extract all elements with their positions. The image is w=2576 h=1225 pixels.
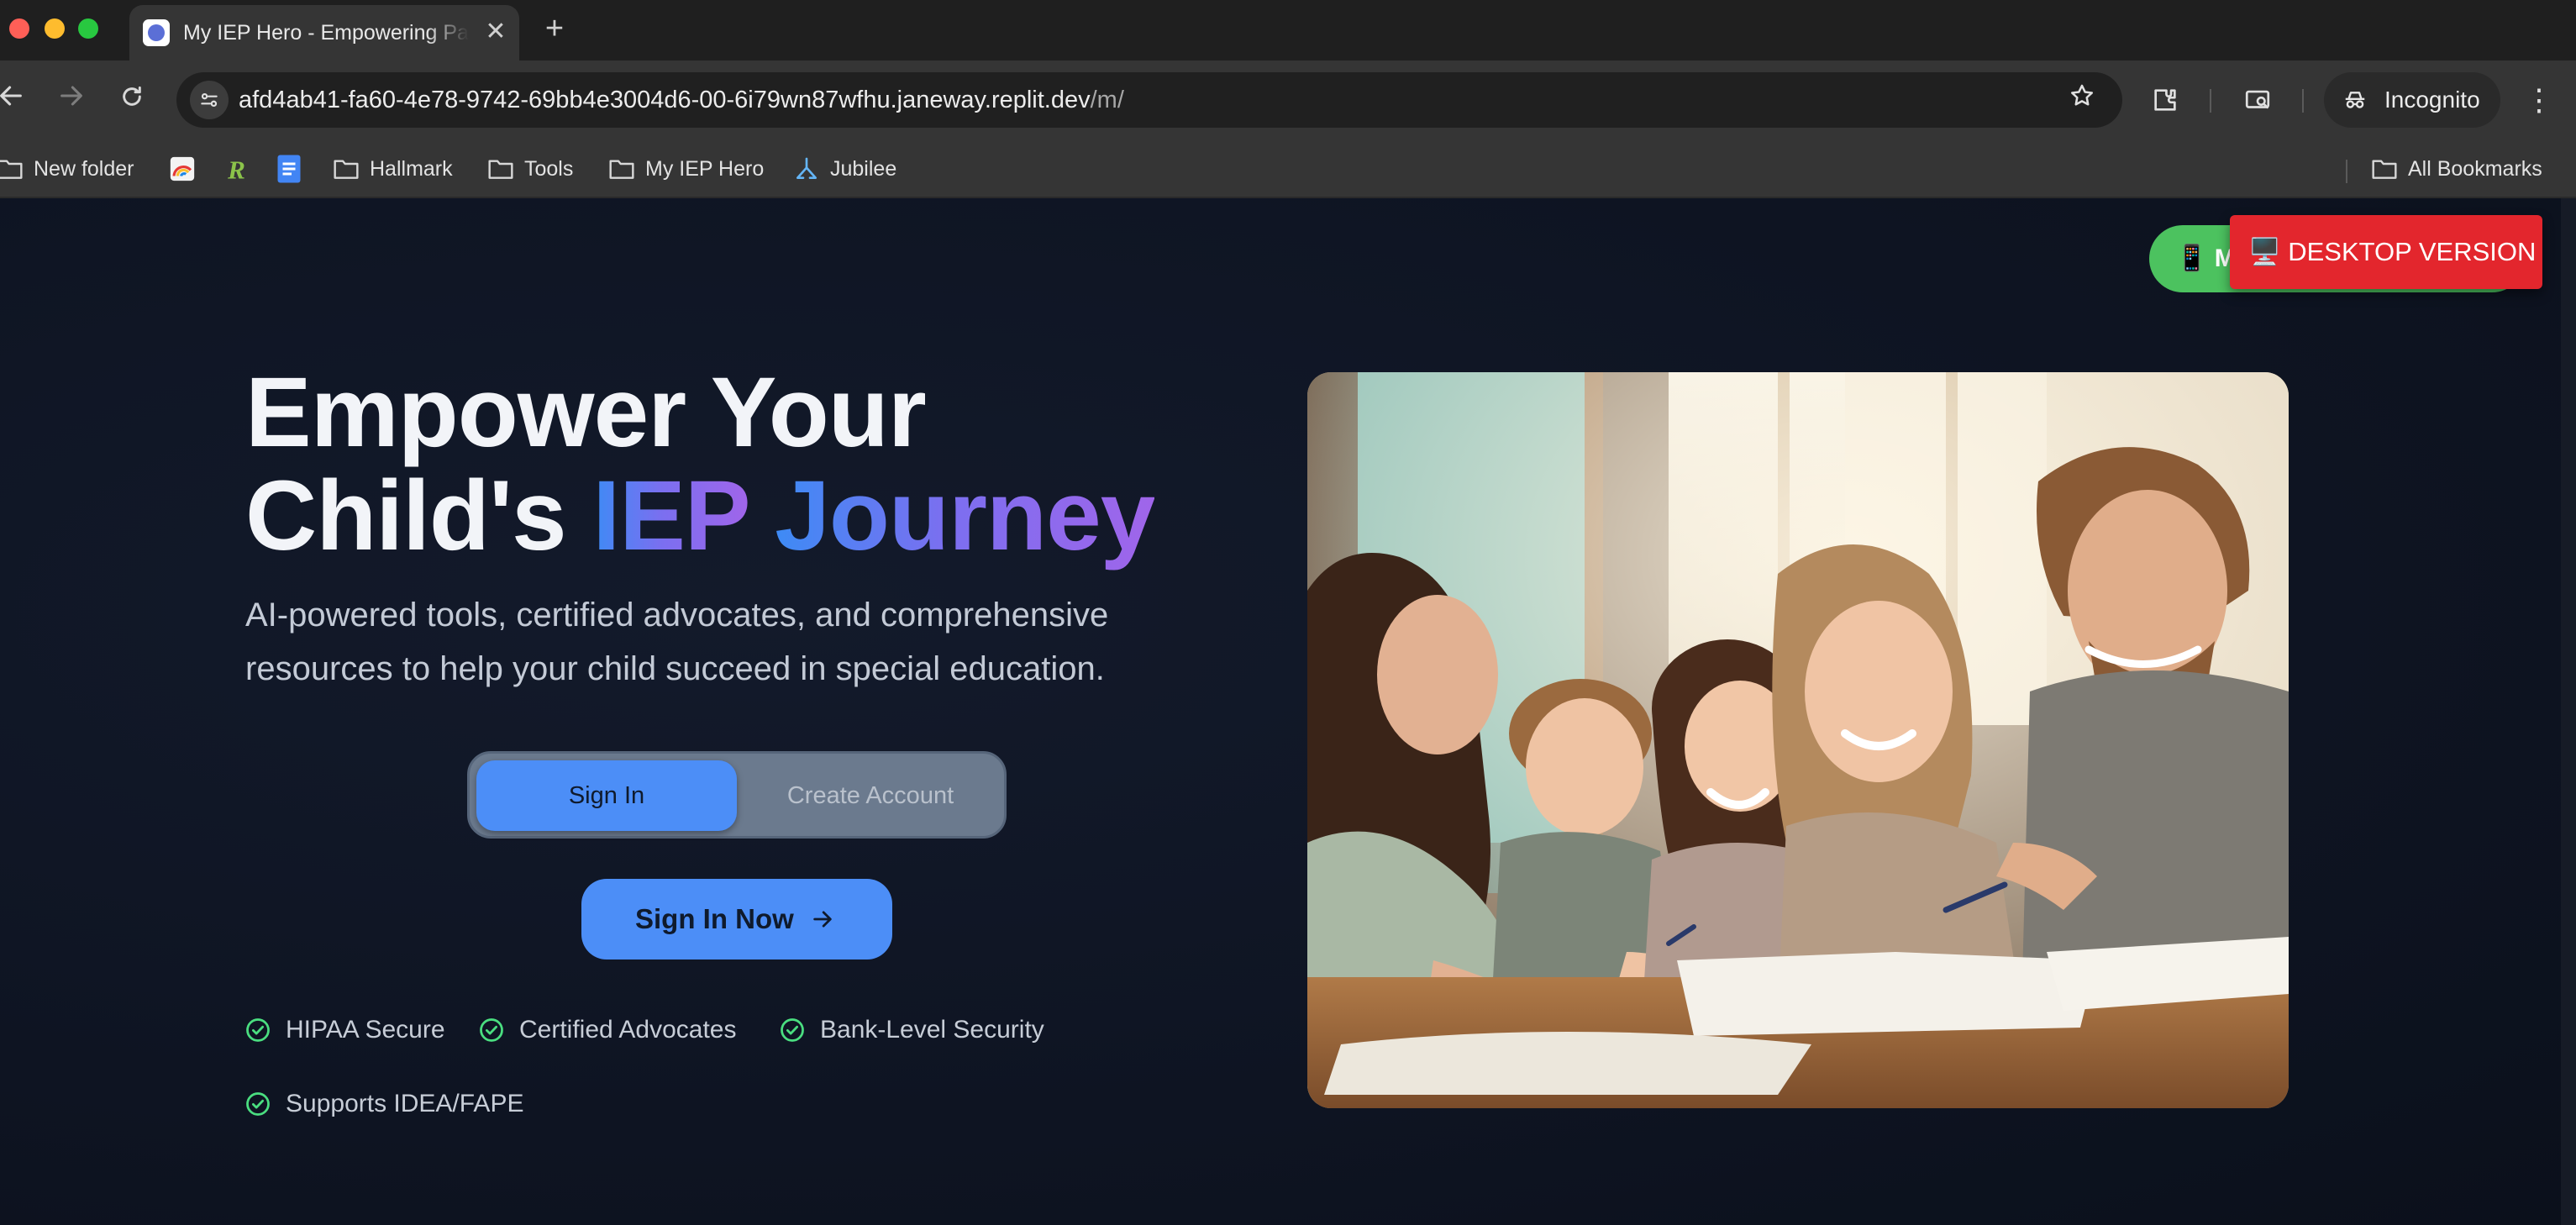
desktop-version-label: 🖥️ DESKTOP VERSION — [2248, 237, 2537, 266]
forward-icon[interactable] — [52, 81, 91, 119]
feature-item: Certified Advocates — [479, 1013, 736, 1047]
feature-label: HIPAA Secure — [286, 1016, 445, 1044]
url-path: /m/ — [1090, 87, 1124, 113]
menu-icon[interactable]: ⋮ — [2524, 81, 2554, 119]
new-tab-button[interactable]: + — [536, 10, 573, 47]
hero-title-line1: Empower Your — [245, 357, 927, 468]
bookmark-label: My IEP Hero — [645, 156, 765, 181]
check-circle-icon — [781, 1018, 804, 1042]
arrow-right-icon — [810, 907, 835, 932]
incognito-label: Incognito — [2384, 87, 2480, 113]
feature-label: Supports IDEA/FAPE — [286, 1090, 524, 1117]
tab-create-account[interactable]: Create Account — [740, 760, 1001, 831]
bookmark-r-logo[interactable]: R — [223, 150, 249, 187]
check-circle-icon — [246, 1092, 270, 1116]
folder-icon — [334, 160, 359, 179]
site-info-icon[interactable] — [190, 81, 229, 119]
bookmark-new-folder[interactable]: New folder — [0, 150, 134, 187]
feature-label: Certified Advocates — [519, 1016, 737, 1044]
bookmark-my-iep-hero[interactable]: My IEP Hero — [608, 150, 764, 187]
back-icon[interactable] — [0, 81, 30, 119]
feature-item: HIPAA Secure — [245, 1013, 445, 1047]
feature-item: Supports IDEA/FAPE — [245, 1087, 523, 1121]
tab-close-icon[interactable]: ✕ — [481, 17, 511, 47]
window-close-button[interactable] — [9, 18, 29, 39]
bookmark-label: Jubilee — [830, 156, 897, 181]
folder-icon — [0, 160, 23, 179]
hero-title: Empower Your Child's IEP Journey — [245, 361, 1254, 568]
browser-tab-active[interactable]: My IEP Hero - Empowering Parents ✕ — [129, 5, 519, 60]
bookmark-label: New folder — [34, 156, 134, 181]
folder-icon — [2372, 160, 2397, 179]
hero-title-line2-prefix: Child's — [245, 460, 593, 571]
bookmark-docs[interactable] — [276, 150, 302, 187]
family-illustration — [1307, 372, 2289, 1108]
r-logo-icon: R — [227, 155, 245, 183]
tab-sign-in[interactable]: Sign In — [476, 760, 737, 831]
incognito-icon — [2341, 86, 2369, 114]
auth-mode-switch: Sign In Create Account — [467, 751, 1007, 839]
bookmarks-divider — [2346, 160, 2347, 183]
folder-icon — [488, 160, 513, 179]
sign-in-now-button[interactable]: Sign In Now — [581, 879, 892, 959]
sign-in-now-label: Sign In Now — [635, 903, 794, 934]
tab-title: My IEP Hero - Empowering Parents — [183, 21, 469, 45]
bookmarks-bar: New folder R Hallmark Tools My IEP Hero … — [0, 139, 2576, 198]
browser-tab-bar: My IEP Hero - Empowering Parents ✕ + — [0, 0, 2576, 60]
window-minimize-button[interactable] — [45, 18, 65, 39]
cast-icon[interactable] — [2238, 81, 2277, 119]
check-circle-icon — [246, 1018, 270, 1042]
page-scrollbar[interactable] — [2561, 198, 2576, 1225]
feature-item: Bank-Level Security — [780, 1013, 1044, 1047]
reload-icon[interactable] — [113, 81, 151, 119]
app-logo-icon — [143, 19, 170, 46]
folder-icon — [609, 160, 634, 179]
check-circle-icon — [480, 1018, 503, 1042]
window-zoom-button[interactable] — [78, 18, 98, 39]
toolbar-divider — [2210, 89, 2211, 113]
all-bookmarks-button[interactable]: All Bookmarks — [2371, 150, 2542, 187]
hero-family-photo — [1307, 372, 2289, 1108]
hero-title-highlight-iep: IEP — [592, 460, 749, 571]
bookmark-hallmark[interactable]: Hallmark — [333, 150, 453, 187]
hero-title-highlight-journey: Journey — [775, 460, 1155, 571]
bookmark-tools[interactable]: Tools — [487, 150, 573, 187]
rainbow-bookmark-icon — [170, 156, 195, 181]
jubilee-icon — [796, 157, 817, 180]
browser-toolbar: afd4ab41-fa60-4e78-9742-69bb4e3004d6-00-… — [0, 60, 2576, 139]
bookmark-rainbow[interactable] — [168, 150, 197, 187]
address-bar[interactable]: afd4ab41-fa60-4e78-9742-69bb4e3004d6-00-… — [176, 72, 2122, 128]
extensions-icon[interactable] — [2146, 81, 2184, 119]
hero-subtitle: AI-powered tools, certified advocates, a… — [245, 597, 1109, 687]
incognito-profile-button[interactable]: Incognito — [2324, 72, 2500, 128]
toolbar-divider — [2302, 89, 2304, 113]
star-icon[interactable] — [2062, 80, 2102, 120]
all-bookmarks-label: All Bookmarks — [2408, 156, 2542, 181]
url-host: afd4ab41-fa60-4e78-9742-69bb4e3004d6-00-… — [239, 87, 1091, 113]
bookmark-label: Tools — [524, 156, 574, 181]
docs-icon — [277, 155, 301, 183]
hero-title-space — [748, 460, 775, 571]
feature-label: Bank-Level Security — [820, 1016, 1044, 1044]
url-text[interactable]: afd4ab41-fa60-4e78-9742-69bb4e3004d6-00-… — [239, 72, 1124, 128]
svg-text:R: R — [227, 155, 245, 183]
bookmark-label: Hallmark — [370, 156, 453, 181]
bookmark-jubilee[interactable]: Jubilee — [793, 150, 896, 187]
desktop-version-button[interactable]: 🖥️ DESKTOP VERSION — [2230, 215, 2542, 289]
